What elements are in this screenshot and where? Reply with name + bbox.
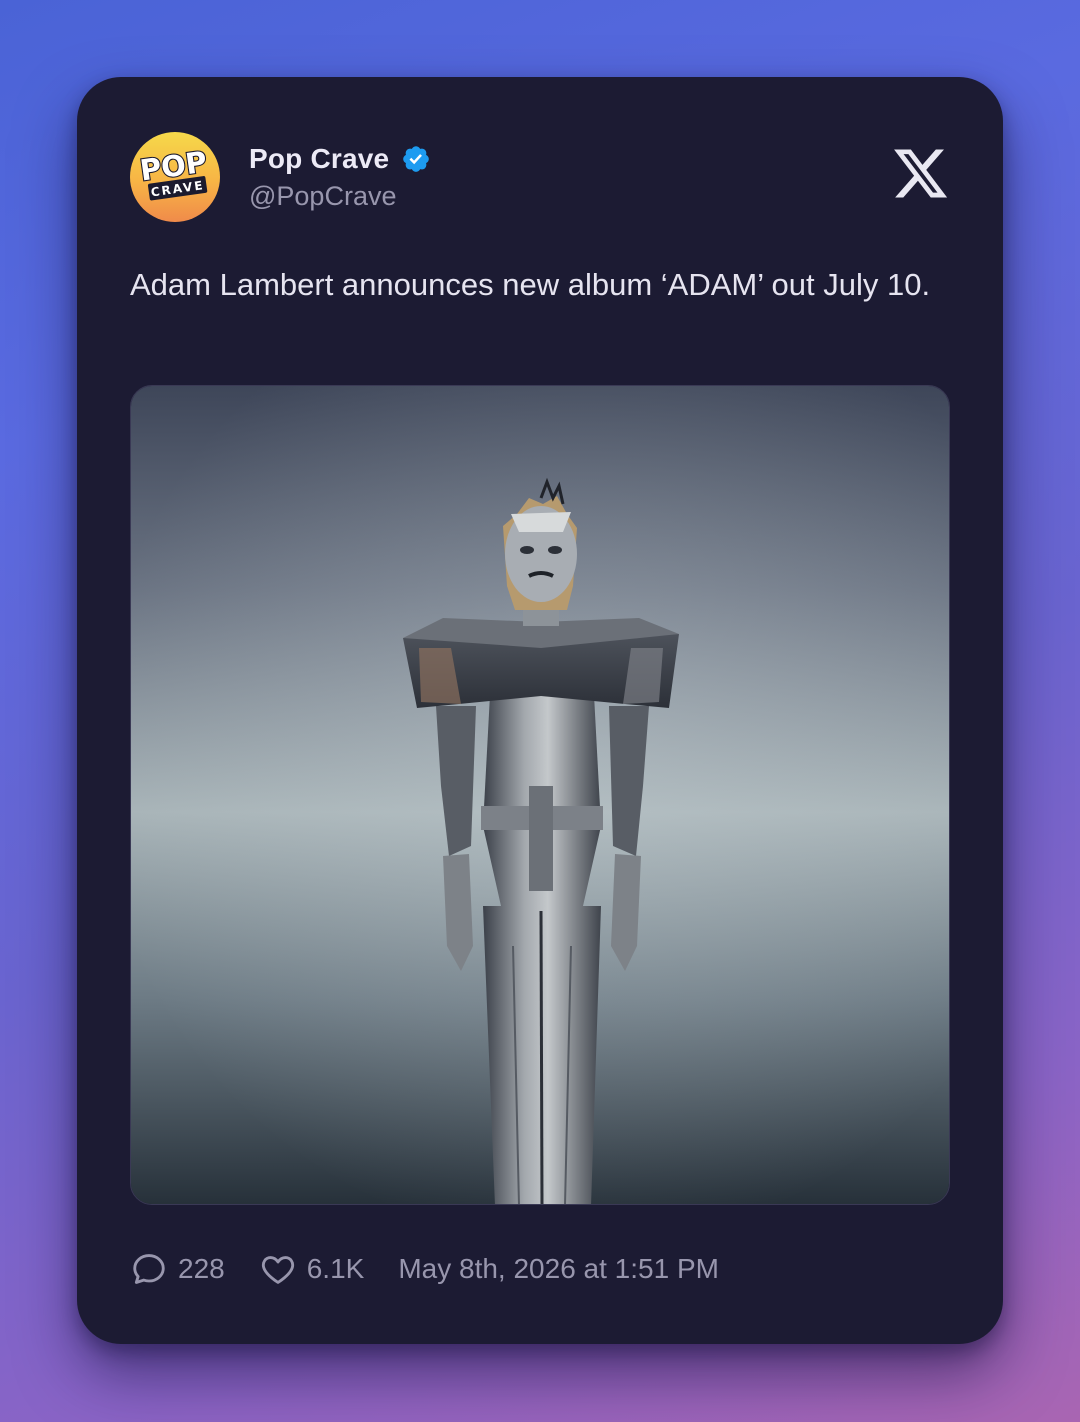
author-name-row: Pop Crave [249, 141, 431, 177]
speech-bubble-icon [133, 1254, 165, 1284]
like-stat[interactable]: 6.1K [259, 1250, 365, 1288]
tweet-image[interactable] [130, 385, 950, 1205]
like-count: 6.1K [306, 1253, 365, 1284]
tweet-timestamp[interactable]: May 8th, 2026 at 1:51 PM [398, 1253, 719, 1285]
author-name[interactable]: Pop Crave [249, 143, 389, 175]
pop-crave-logo: POP CRAVE [137, 143, 210, 201]
reply-stat[interactable]: 228 [130, 1250, 225, 1288]
avatar[interactable]: POP CRAVE [130, 132, 220, 222]
author-handle[interactable]: @PopCrave [249, 181, 396, 212]
x-logo-icon[interactable] [891, 144, 950, 203]
verified-badge-icon [403, 146, 430, 172]
tweet-text: Adam Lambert announces new album ‘ADAM’ … [130, 267, 931, 302]
reply-count: 228 [178, 1253, 225, 1284]
tweet-footer: 228 6.1K May 8th, 2026 at 1:51 PM [130, 1249, 719, 1289]
album-cover-image [131, 386, 949, 1204]
tweet-card: POP CRAVE Pop Crave @PopCrave Adam Lambe… [77, 77, 1003, 1344]
heart-icon [261, 1256, 294, 1284]
